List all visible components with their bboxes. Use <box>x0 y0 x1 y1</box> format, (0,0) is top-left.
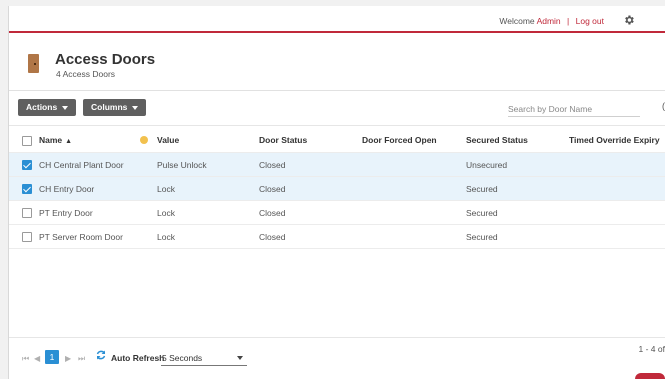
hand-icon <box>140 136 148 144</box>
decorative-corner <box>635 373 665 379</box>
door-value: Lock <box>157 232 175 242</box>
column-header-door-forced-open[interactable]: Door Forced Open <box>362 127 437 153</box>
chevron-down-icon <box>237 356 243 360</box>
refresh-icon[interactable] <box>95 349 107 361</box>
door-name: PT Entry Door <box>39 208 93 218</box>
table-header-row: Name ▲ Value Door Status Door Forced Open… <box>9 127 665 153</box>
secured-status: Unsecured <box>466 160 508 170</box>
welcome-message: Welcome Admin | Log out <box>499 16 604 26</box>
table-row[interactable]: CH Central Plant Door Pulse Unlock Close… <box>9 153 665 177</box>
table-row[interactable]: CH Entry Door Lock Closed Secured <box>9 177 665 201</box>
column-header-secured-status[interactable]: Secured Status <box>466 127 528 153</box>
table-row[interactable]: PT Entry Door Lock Closed Secured <box>9 201 665 225</box>
door-value: Lock <box>157 208 175 218</box>
row-checkbox[interactable] <box>22 184 32 194</box>
page-header: Access Doors 4 Access Doors <box>9 35 665 91</box>
column-header-door-status[interactable]: Door Status <box>259 127 307 153</box>
app-window: Welcome Admin | Log out ⋮ Access Doors 4… <box>8 6 665 379</box>
settings-gear-icon[interactable] <box>623 14 635 26</box>
actions-button[interactable]: Actions <box>18 99 77 116</box>
doors-table: Name ▲ Value Door Status Door Forced Open… <box>9 127 665 249</box>
caret-down-icon <box>62 105 69 110</box>
door-status: Closed <box>259 184 286 194</box>
row-checkbox[interactable] <box>22 232 32 242</box>
last-page-icon[interactable]: ⏭ <box>78 354 85 364</box>
columns-label: Columns <box>91 102 128 112</box>
door-icon <box>28 54 39 73</box>
top-bar: Welcome Admin | Log out ⋮ <box>9 6 665 33</box>
door-name: CH Central Plant Door <box>39 160 124 170</box>
welcome-prefix: Welcome <box>499 16 535 26</box>
separator: | <box>567 16 570 26</box>
secured-status: Secured <box>466 232 498 242</box>
select-all-checkbox[interactable] <box>22 136 32 146</box>
row-checkbox[interactable] <box>22 208 32 218</box>
door-value: Pulse Unlock <box>157 160 207 170</box>
prev-page-icon[interactable]: ◀ <box>34 354 40 363</box>
column-header-name[interactable]: Name ▲ <box>39 127 72 155</box>
table-row[interactable]: PT Server Room Door Lock Closed Secured <box>9 225 665 249</box>
next-page-icon[interactable]: ▶ <box>65 354 71 363</box>
toolbar: Actions Columns ( <box>9 91 665 126</box>
caret-down-icon <box>132 105 139 110</box>
search-input[interactable] <box>508 102 640 117</box>
door-name: CH Entry Door <box>39 184 95 194</box>
door-status: Closed <box>259 232 286 242</box>
actions-label: Actions <box>26 102 58 112</box>
secured-status: Secured <box>466 208 498 218</box>
door-value: Lock <box>157 184 175 194</box>
page-title: Access Doors <box>55 51 156 68</box>
refresh-interval-value: 5 Seconds <box>162 353 203 363</box>
door-name: PT Server Room Door <box>39 232 123 242</box>
columns-button[interactable]: Columns <box>83 99 147 116</box>
table-footer: ⏮ ◀ 1 ▶ ⏭ Auto Refresh 5 Seconds 1 - 4 o… <box>9 337 665 379</box>
sort-ascending-icon: ▲ <box>65 138 73 145</box>
page-subtitle: 4 Access Doors <box>56 69 116 79</box>
current-page-button[interactable]: 1 <box>45 350 59 364</box>
column-header-value[interactable]: Value <box>157 127 179 153</box>
column-name-label: Name <box>39 135 63 145</box>
logout-link[interactable]: Log out <box>576 16 604 26</box>
first-page-icon[interactable]: ⏮ <box>22 354 29 364</box>
auto-refresh-label: Auto Refresh <box>111 353 165 363</box>
column-header-timed-override-expiry[interactable]: Timed Override Expiry <box>569 127 660 153</box>
refresh-interval-select[interactable]: 5 Seconds <box>161 350 247 366</box>
row-checkbox[interactable] <box>22 160 32 170</box>
pagination-range: 1 - 4 of <box>638 344 665 354</box>
door-status: Closed <box>259 208 286 218</box>
user-name-link[interactable]: Admin <box>537 16 561 26</box>
door-status: Closed <box>259 160 286 170</box>
secured-status: Secured <box>466 184 498 194</box>
